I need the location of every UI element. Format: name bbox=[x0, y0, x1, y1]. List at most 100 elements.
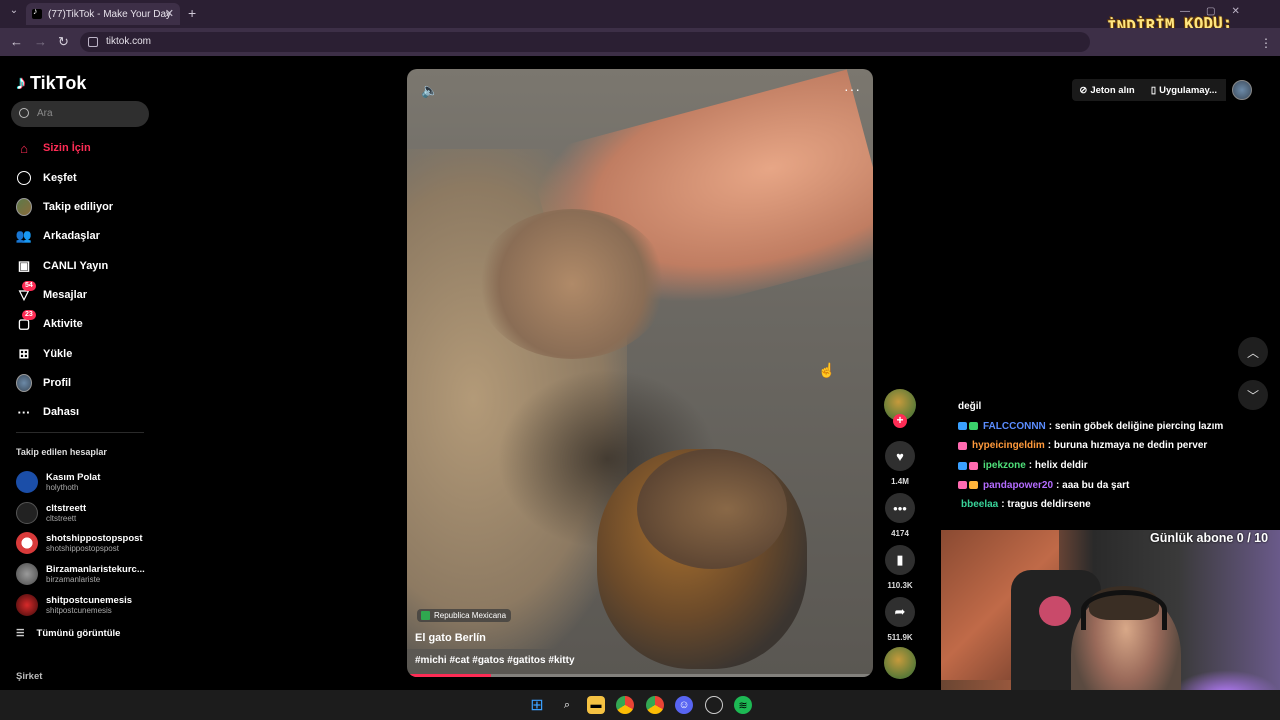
nav-profile[interactable]: Profil bbox=[16, 373, 71, 393]
like-button[interactable]: ♥ bbox=[885, 441, 915, 471]
nav-for-you[interactable]: ⌂ Sizin İçin bbox=[16, 138, 91, 158]
sidebar-divider bbox=[16, 432, 144, 433]
nav-live[interactable]: ▣ CANLI Yayın bbox=[16, 256, 108, 276]
account-name: Kasım Polat bbox=[46, 471, 101, 483]
home-icon: ⌂ bbox=[20, 140, 28, 156]
account-handle: shitpostcunemesis bbox=[46, 605, 112, 615]
back-icon[interactable]: ← bbox=[10, 34, 23, 49]
location-icon bbox=[421, 611, 430, 620]
share-icon: ➦ bbox=[894, 604, 906, 619]
reload-icon[interactable]: ↻ bbox=[58, 34, 69, 50]
badge-icon bbox=[958, 461, 967, 470]
windows-taskbar bbox=[0, 690, 1280, 720]
video-player[interactable]: 🔈 ··· Republica Mexicana El gato Berlín … bbox=[407, 69, 873, 677]
nav-label: Sizin İçin bbox=[43, 142, 91, 154]
avatar bbox=[16, 594, 38, 616]
get-app-button[interactable]: ▯ Uygulamay... bbox=[1142, 79, 1226, 101]
comment-icon: ••• bbox=[893, 500, 907, 516]
video-more-icon[interactable]: ··· bbox=[844, 81, 861, 97]
coin-icon: ⊘ bbox=[1079, 84, 1088, 96]
search-input[interactable]: Ara bbox=[11, 101, 149, 127]
search-icon bbox=[19, 108, 29, 118]
browser-menu-icon[interactable]: ⋮ bbox=[1260, 36, 1272, 50]
account-handle: holythoth bbox=[46, 482, 79, 492]
location-tag[interactable]: Republica Mexicana bbox=[417, 609, 512, 622]
spotify-icon[interactable]: ≋ bbox=[734, 696, 752, 714]
account-name: cltstreett bbox=[46, 502, 87, 514]
chat-username: FALCCONNN bbox=[983, 420, 1046, 432]
share-count: 511.9K bbox=[887, 633, 913, 642]
account-handle: birzamanlariste bbox=[46, 574, 101, 584]
chat-username: hypeicingeldim bbox=[972, 440, 1045, 452]
search-icon[interactable]: ⌕ bbox=[558, 696, 576, 714]
close-tab-icon[interactable]: ✕ bbox=[165, 7, 174, 20]
chat-message: : senin göbek deliğine piercing lazım bbox=[1048, 420, 1224, 432]
sound-disc[interactable] bbox=[884, 647, 916, 679]
activity-badge: 23 bbox=[22, 310, 36, 320]
save-count: 110.3K bbox=[887, 581, 913, 590]
location-text: Republica Mexicana bbox=[434, 611, 507, 620]
friends-icon: 👥 bbox=[15, 228, 33, 243]
comment-count: 4174 bbox=[891, 529, 909, 538]
video-progress-fill bbox=[407, 674, 491, 677]
nav-label: Mesajlar bbox=[43, 289, 88, 301]
discord-icon[interactable]: ☺ bbox=[675, 696, 693, 714]
avatar bbox=[16, 502, 38, 524]
messages-icon: ▽ 54 bbox=[16, 281, 36, 303]
followed-account[interactable]: shitpostcunemesis shitpostcunemesis bbox=[16, 591, 132, 619]
nav-messages[interactable]: ▽ 54 Mesajlar bbox=[16, 281, 88, 305]
chat-line: hypeicingeldim : buruna hızmaya ne dedin… bbox=[958, 436, 1258, 456]
nav-following[interactable]: Takip ediliyor bbox=[16, 197, 113, 217]
chat-username: pandapower20 bbox=[983, 479, 1054, 491]
video-author[interactable]: El gato Berlín bbox=[415, 632, 486, 644]
chat-line: değil bbox=[958, 397, 1258, 417]
see-all-label: Tümünü görüntüle bbox=[36, 628, 121, 639]
nav-upload[interactable]: ⊞ Yükle bbox=[16, 344, 73, 364]
followed-account[interactable]: Birzamanlaristekurc... birzamanlariste bbox=[16, 560, 145, 588]
logo-text: TikTok bbox=[30, 73, 87, 93]
nav-more[interactable]: ··· Dahası bbox=[16, 402, 80, 422]
chrome-icon[interactable] bbox=[646, 696, 664, 714]
company-link[interactable]: Şirket bbox=[16, 671, 42, 682]
nav-activity[interactable]: ▢ 23 Aktivite bbox=[16, 310, 83, 334]
webcam-headphones bbox=[1081, 590, 1167, 630]
heart-icon: ♥ bbox=[896, 448, 904, 464]
tab-search-icon[interactable]: ⌄ bbox=[6, 5, 22, 21]
save-button[interactable]: ▮ bbox=[885, 545, 915, 575]
chat-message: : aaa bu da şart bbox=[1056, 479, 1130, 491]
chrome-icon[interactable] bbox=[616, 696, 634, 714]
nav-label: Profil bbox=[43, 377, 72, 389]
previous-video-button[interactable]: ︿ bbox=[1238, 337, 1268, 367]
nav-label: Yükle bbox=[43, 348, 73, 360]
video-frame-sand-clump bbox=[477, 209, 667, 359]
file-explorer-icon[interactable]: ▬ bbox=[587, 696, 605, 714]
app-icon[interactable] bbox=[705, 696, 723, 714]
follow-plus-icon[interactable]: + bbox=[893, 414, 907, 428]
video-hashtags[interactable]: #michi #cat #gatos #gatitos #kitty bbox=[415, 655, 575, 666]
share-button[interactable]: ➦ bbox=[885, 597, 915, 627]
followed-account[interactable]: shotshippostopspost shotshippostopspost bbox=[16, 529, 143, 557]
tiktok-logo[interactable]: ♪ TikTok bbox=[16, 72, 86, 95]
followed-account[interactable]: cltstreett cltstreett bbox=[16, 499, 86, 527]
nav-explore[interactable]: Keşfet bbox=[16, 168, 77, 188]
video-frame-cat-head bbox=[637, 449, 787, 569]
comment-button[interactable]: ••• bbox=[885, 493, 915, 523]
tiktok-favicon-icon bbox=[32, 6, 42, 19]
following-avatar-icon bbox=[16, 198, 32, 216]
followed-account[interactable]: Kasım Polat holythoth bbox=[16, 468, 100, 496]
get-coins-button[interactable]: ⊘ Jeton alın bbox=[1072, 79, 1142, 101]
nav-label: Arkadaşlar bbox=[43, 230, 100, 242]
profile-avatar[interactable] bbox=[1232, 80, 1252, 100]
nav-label: CANLI Yayın bbox=[43, 260, 109, 272]
browser-tab[interactable]: (77)TikTok - Make Your Day ✕ bbox=[26, 3, 180, 25]
see-all-following[interactable]: ☰ Tümünü görüntüle bbox=[16, 628, 120, 639]
new-tab-icon[interactable]: + bbox=[188, 5, 196, 21]
url-field[interactable]: tiktok.com bbox=[80, 32, 1090, 52]
nav-friends[interactable]: 👥 Arkadaşlar bbox=[16, 226, 100, 246]
windows-start-icon[interactable]: ⊞ bbox=[528, 696, 546, 714]
volume-icon[interactable]: 🔈 bbox=[421, 82, 438, 99]
avatar bbox=[16, 563, 38, 585]
site-info-icon[interactable] bbox=[88, 37, 98, 47]
forward-icon[interactable]: → bbox=[34, 34, 47, 49]
video-progress-bar[interactable] bbox=[407, 674, 873, 677]
